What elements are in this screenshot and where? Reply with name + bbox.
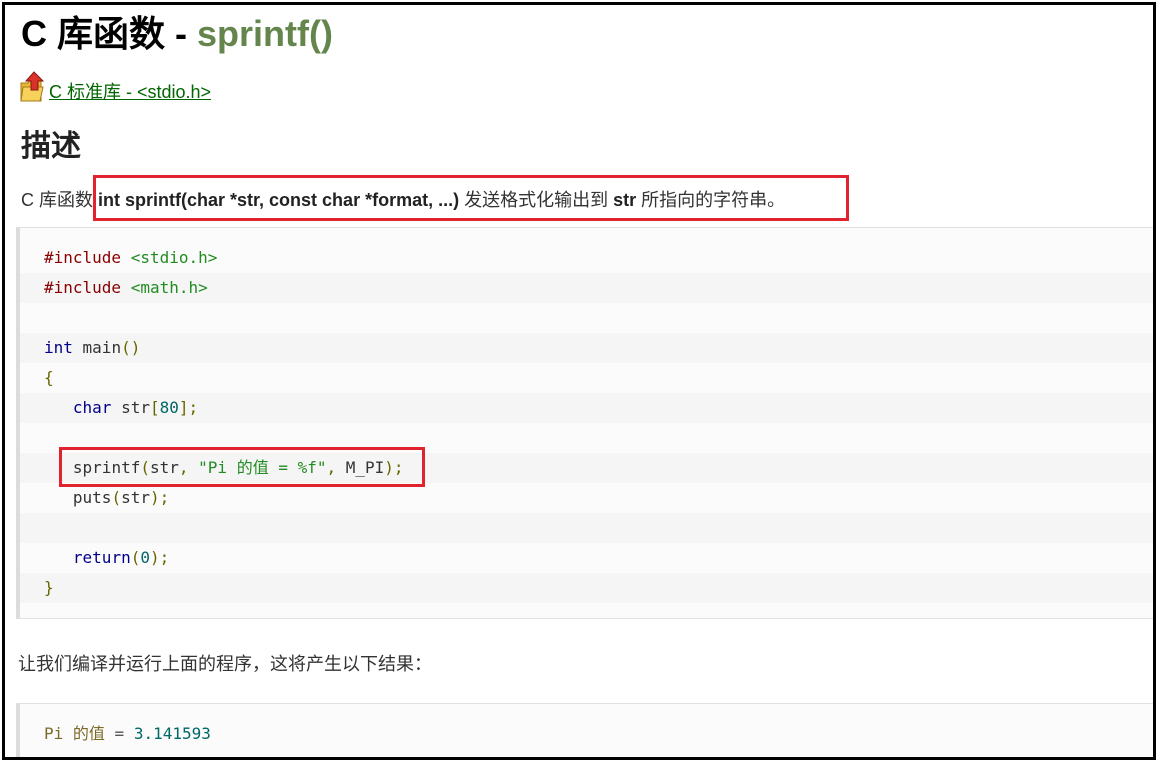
code-example-box: #include <stdio.h> #include <math.h> int… xyxy=(16,227,1153,619)
description-lead: C 库函数 xyxy=(21,190,99,210)
output-box: Pi 的值 = 3.141593 xyxy=(16,703,1153,757)
code-line: #include <stdio.h> xyxy=(44,248,218,267)
code-line: puts(str); xyxy=(72,488,170,507)
description-middle: 发送格式化输出到 xyxy=(459,190,614,210)
code-line: sprintf(str, "Pi 的值 = %f", M_PI); xyxy=(20,453,1153,483)
code-line: char str[80]; xyxy=(20,393,1153,423)
function-signature: int sprintf(char *str, const char *forma… xyxy=(98,190,460,210)
stdio-library-link[interactable]: C 标准库 - <stdio.h> xyxy=(49,81,211,103)
title-prefix: C 库函数 - xyxy=(21,13,197,54)
code-line: return(0); xyxy=(72,548,170,567)
page-title: C 库函数 - sprintf() xyxy=(21,12,333,56)
up-arrow-folder-icon[interactable] xyxy=(19,71,47,103)
run-instruction-text: 让我们编译并运行上面的程序，这将产生以下结果： xyxy=(18,654,432,674)
section-heading: 描述 xyxy=(21,130,81,163)
code-line: { xyxy=(44,368,54,387)
description-tail: 所指向的字符串。 xyxy=(636,190,786,210)
page-frame: C 库函数 - sprintf() C 标准库 - <stdio.h> 描述 C… xyxy=(2,2,1156,760)
description: C 库函数 int sprintf(char *str, const char … xyxy=(21,187,785,213)
code-line: #include <math.h> xyxy=(20,273,1153,303)
title-function: sprintf() xyxy=(197,13,333,54)
code-line xyxy=(20,513,1153,543)
code-line: } xyxy=(20,573,1153,603)
output-line: Pi 的值 = 3.141593 xyxy=(44,724,211,743)
breadcrumb: C 标准库 - <stdio.h> xyxy=(19,69,211,103)
code-line: int main() xyxy=(20,333,1153,363)
param-name: str xyxy=(613,190,637,210)
